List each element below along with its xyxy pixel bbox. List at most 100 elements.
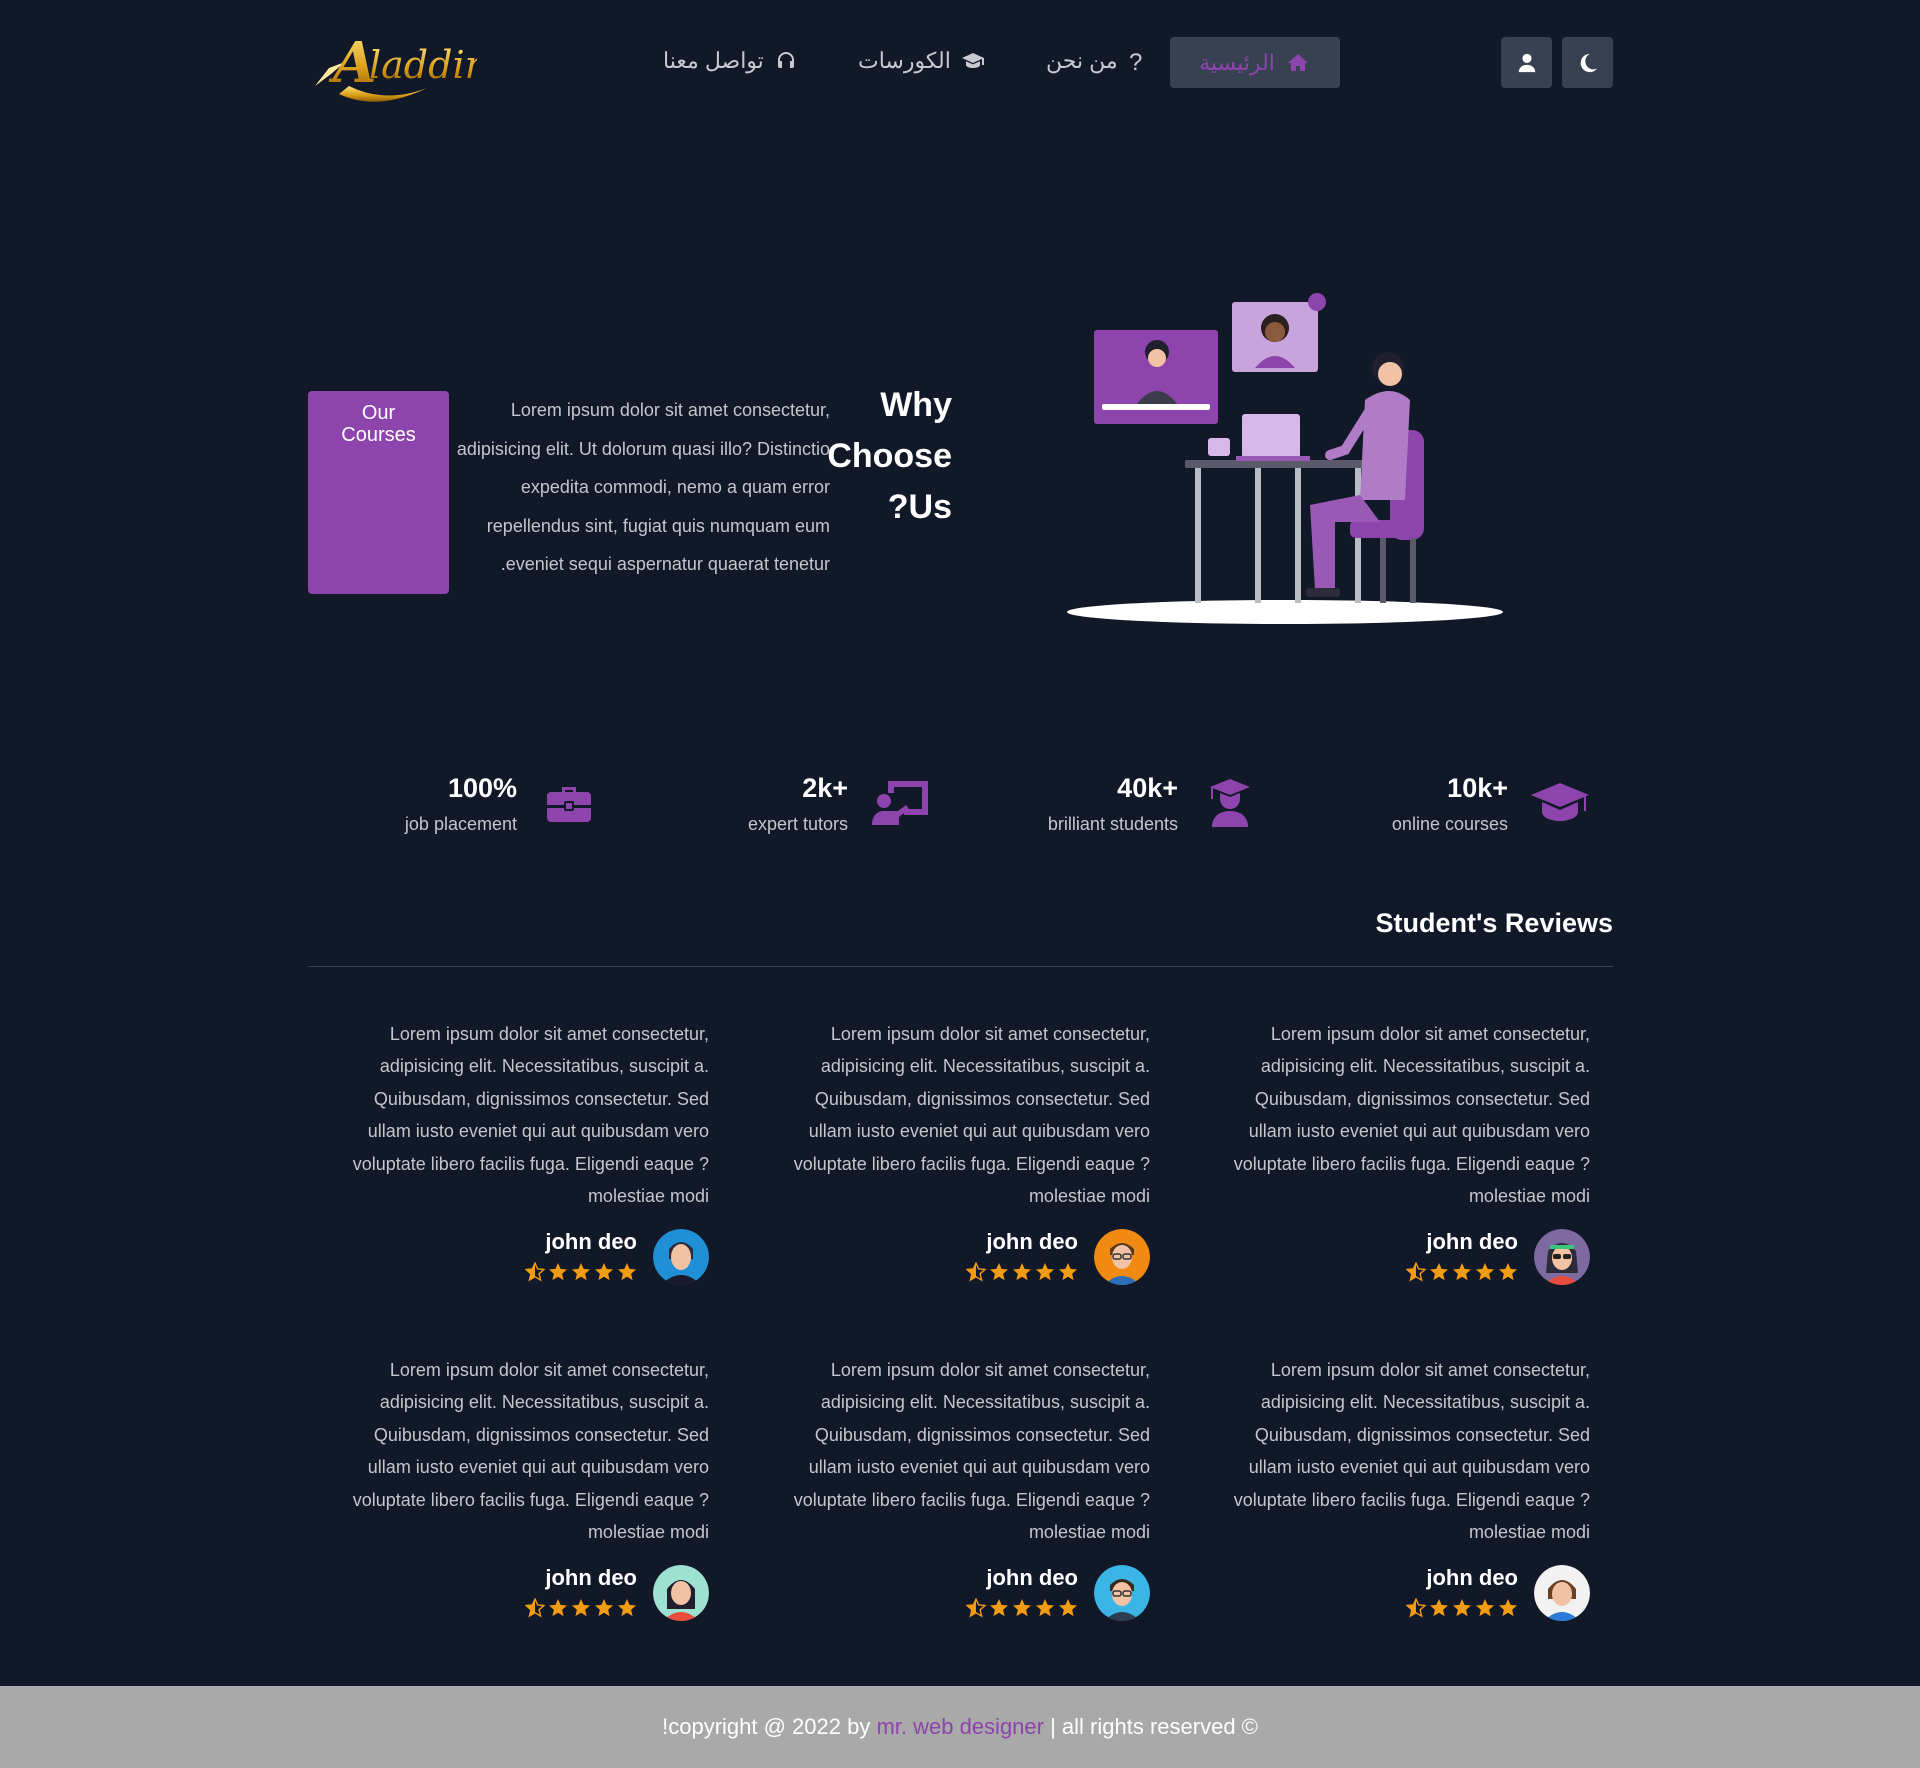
review-text: Lorem ipsum dolor sit amet consectetur, … [352, 1360, 709, 1543]
avatar [1534, 1229, 1590, 1285]
star-icon [1452, 1598, 1472, 1618]
nav-link-label: الكورسات [858, 48, 951, 73]
nav-link-label: تواصل معنا [663, 48, 764, 73]
avatar [1534, 1565, 1590, 1621]
stat-label: expert tutors [747, 814, 848, 834]
rating-stars [1406, 1262, 1518, 1282]
star-icon [571, 1262, 591, 1282]
star-icon [617, 1262, 637, 1282]
star-icon [989, 1262, 1009, 1282]
home-icon [1285, 51, 1311, 75]
theme-toggle-button[interactable] [1562, 37, 1613, 88]
stat-brilliant-students: 40k+ brilliant students [1000, 773, 1260, 843]
review-text: Lorem ipsum dolor sit amet consectetur, … [793, 1360, 1150, 1543]
star-half-icon [1406, 1598, 1426, 1618]
star-icon [1429, 1262, 1449, 1282]
stat-expert-tutors: 2k+ expert tutors [670, 773, 930, 843]
why-description: Lorem ipsum dolor sit amet consectetur, … [456, 400, 830, 574]
reviewer-name: john deo [545, 1229, 637, 1254]
star-icon [1429, 1598, 1449, 1618]
avatar [653, 1565, 709, 1621]
stat-value: 40k+ [1117, 773, 1178, 803]
our-courses-box[interactable]: Our Courses [308, 391, 449, 594]
star-icon [548, 1262, 568, 1282]
graduation-cap-icon [1530, 777, 1590, 829]
rating-stars [525, 1598, 637, 1618]
review-card: Lorem ipsum dolor sit amet consectetur, … [780, 1018, 1150, 1318]
review-text: Lorem ipsum dolor sit amet consectetur, … [1233, 1360, 1590, 1543]
reviewer-name: john deo [1426, 1229, 1518, 1254]
user-icon [1516, 51, 1538, 75]
stat-label: online courses [1391, 814, 1508, 834]
review-text: Lorem ipsum dolor sit amet consectetur, … [793, 1024, 1150, 1207]
star-icon [1012, 1598, 1032, 1618]
student-icon [1200, 777, 1260, 829]
why-title: Why Choose ?Us [827, 386, 952, 526]
star-icon [1012, 1262, 1032, 1282]
footer-copyright: !copyright @ 2022 by [662, 1714, 877, 1739]
top-navbar: A laddin تواصل معنا الكورسات ? من نحن ال… [0, 0, 1920, 125]
review-text: Lorem ipsum dolor sit amet consectetur, … [352, 1024, 709, 1207]
stat-value: 2k+ [802, 773, 848, 803]
our-courses-label: Our Courses [341, 402, 416, 446]
stat-online-courses: 10k+ online courses [1330, 773, 1590, 843]
star-icon [1452, 1262, 1472, 1282]
svg-text:laddin: laddin [369, 43, 477, 87]
star-icon [1498, 1262, 1518, 1282]
avatar [1094, 1565, 1150, 1621]
star-icon [1058, 1598, 1078, 1618]
reviewer-name: john deo [1426, 1565, 1518, 1590]
review-card: Lorem ipsum dolor sit amet consectetur, … [339, 1018, 709, 1318]
reviewer-name: john deo [986, 1565, 1078, 1590]
nav-link-label: من نحن [1046, 48, 1118, 73]
rating-stars [525, 1262, 637, 1282]
reviews-title: Student's Reviews [1375, 908, 1614, 938]
rating-stars [1406, 1598, 1518, 1618]
online-learning-illustration [1060, 290, 1510, 630]
star-half-icon [966, 1598, 986, 1618]
star-icon [594, 1262, 614, 1282]
nav-link-contact[interactable]: تواصل معنا [663, 48, 798, 74]
stat-value: 10k+ [1447, 773, 1508, 803]
nav-home-label: الرئيسية [1199, 49, 1275, 75]
rating-stars [966, 1262, 1078, 1282]
question-icon: ? [1129, 49, 1143, 76]
nav-link-about[interactable]: ? من نحن [1046, 48, 1144, 76]
star-half-icon [525, 1262, 545, 1282]
graduation-cap-icon [961, 49, 985, 73]
avatar [653, 1229, 709, 1285]
reviewer-name: john deo [545, 1565, 637, 1590]
footer-rights: | all rights reserved © [1043, 1714, 1258, 1739]
review-card: Lorem ipsum dolor sit amet consectetur, … [339, 1354, 709, 1654]
star-icon [594, 1598, 614, 1618]
star-half-icon [1406, 1262, 1426, 1282]
headset-icon [774, 49, 798, 73]
reviewer-name: john deo [986, 1229, 1078, 1254]
stat-label: job placement [404, 814, 517, 834]
star-icon [548, 1598, 568, 1618]
reviews-divider [308, 966, 1613, 967]
briefcase-icon [539, 777, 599, 829]
nav-home-button[interactable]: الرئيسية [1170, 37, 1340, 88]
tutor-board-icon [870, 777, 930, 829]
review-card: Lorem ipsum dolor sit amet consectetur, … [780, 1354, 1150, 1654]
star-icon [1035, 1598, 1055, 1618]
footer-brand-link[interactable]: mr. web designer [876, 1714, 1044, 1739]
star-half-icon [525, 1598, 545, 1618]
star-half-icon [966, 1262, 986, 1282]
review-card: Lorem ipsum dolor sit amet consectetur, … [1220, 1354, 1590, 1654]
nav-link-courses[interactable]: الكورسات [858, 48, 985, 74]
aladdin-logo[interactable]: A laddin [307, 16, 489, 106]
user-button[interactable] [1501, 37, 1552, 88]
star-icon [1475, 1598, 1495, 1618]
star-icon [989, 1598, 1009, 1618]
star-icon [1035, 1262, 1055, 1282]
rating-stars [966, 1598, 1078, 1618]
star-icon [1058, 1262, 1078, 1282]
stat-label: brilliant students [1047, 814, 1178, 834]
avatar [1094, 1229, 1150, 1285]
star-icon [617, 1598, 637, 1618]
stat-job-placement: 100% job placement [339, 773, 599, 843]
star-icon [1498, 1598, 1518, 1618]
review-text: Lorem ipsum dolor sit amet consectetur, … [1233, 1024, 1590, 1207]
